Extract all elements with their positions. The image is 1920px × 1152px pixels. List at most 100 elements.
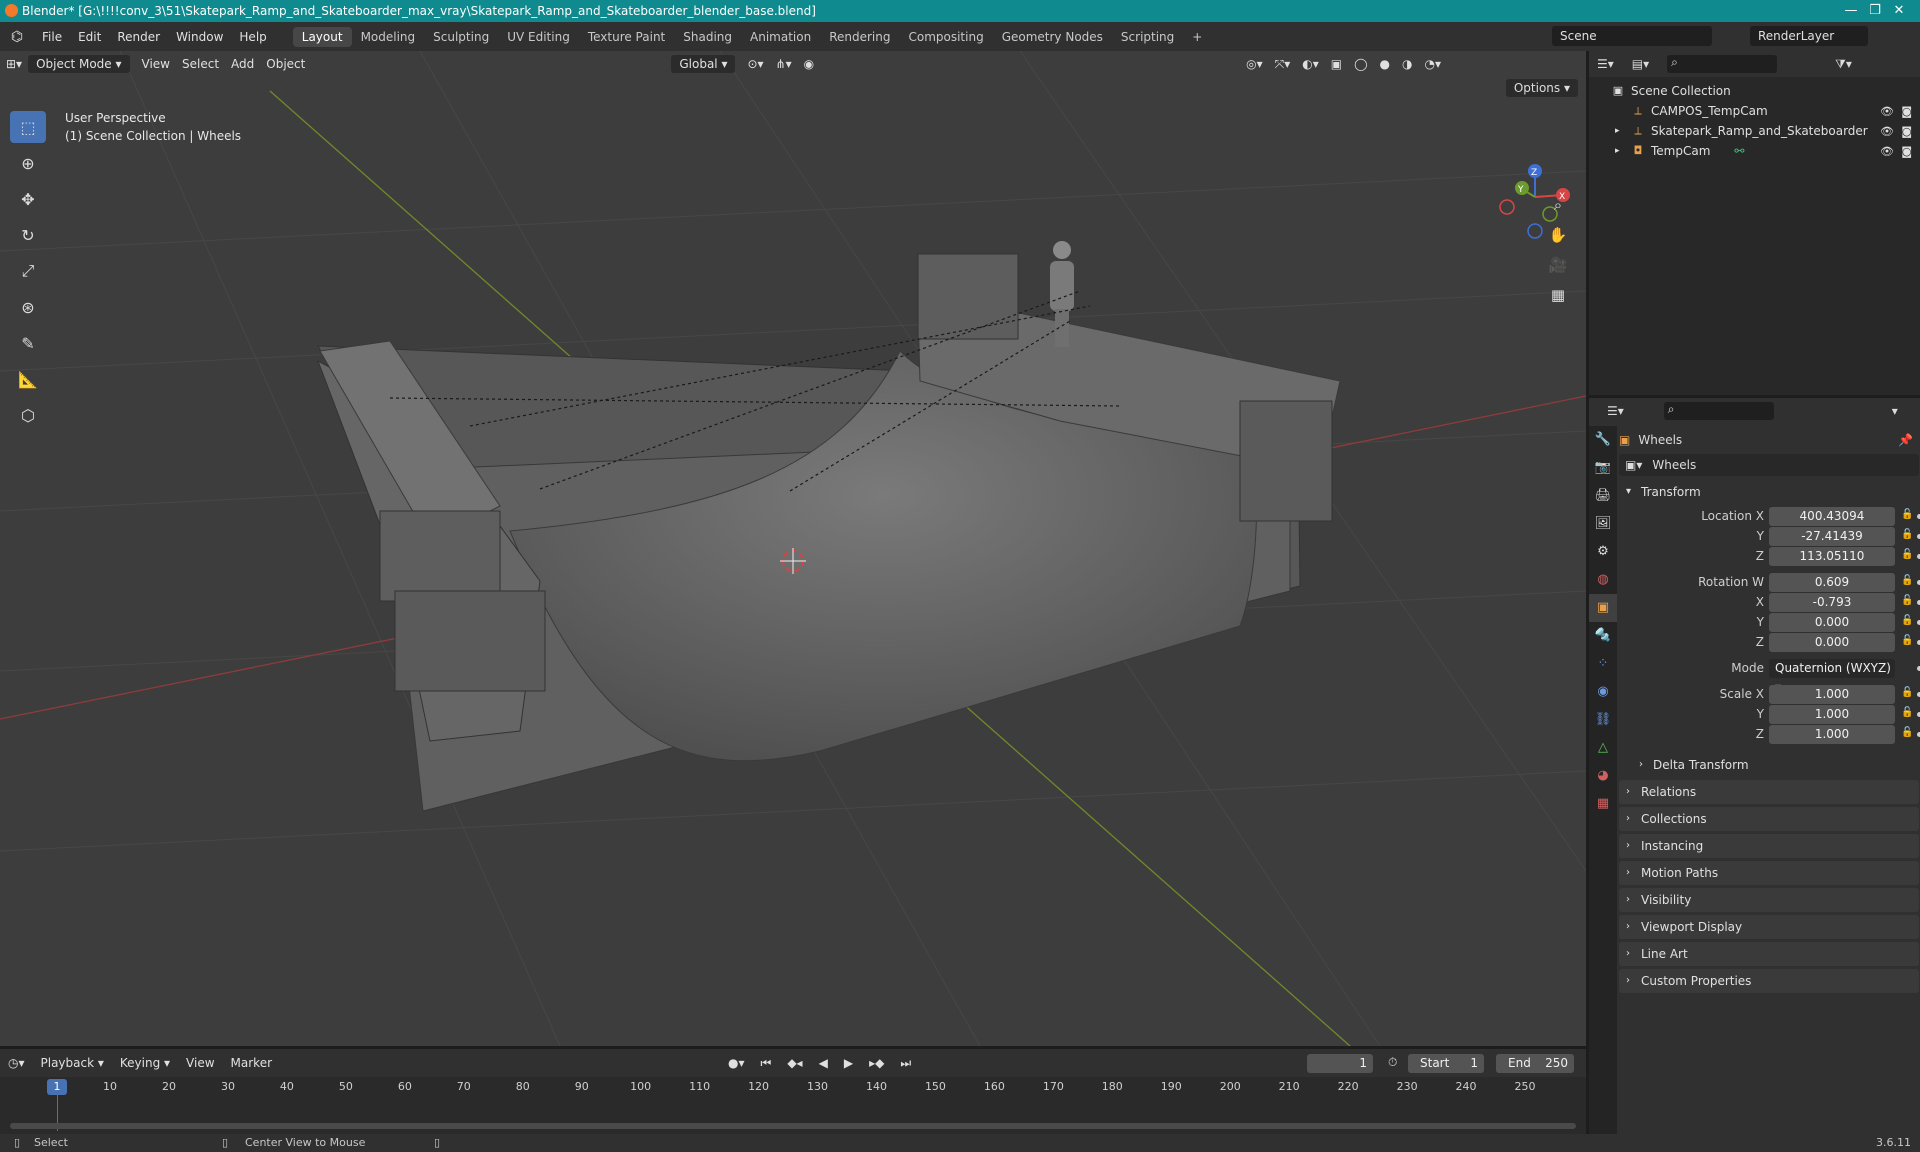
tab-shading[interactable]: Shading: [674, 27, 741, 47]
filter-icon[interactable]: ⧩▾: [1835, 57, 1852, 72]
panel-instancing[interactable]: › Instancing: [1619, 834, 1919, 858]
world-tab-icon[interactable]: ◍: [1589, 566, 1617, 594]
panel-visibility[interactable]: › Visibility: [1619, 888, 1919, 912]
zoom-icon[interactable]: ⌕: [1544, 191, 1572, 219]
select-box-tool-icon[interactable]: ⬚: [10, 111, 46, 143]
timeline-ruler[interactable]: 10 20 30 40 50 60 70 80 90 100 110 120 130 140 150 160 1…: [0, 1077, 1586, 1097]
rotation-z-field[interactable]: 0.000: [1769, 633, 1895, 652]
location-y-field[interactable]: -27.41439: [1769, 527, 1895, 546]
rotation-x-field[interactable]: -0.793: [1769, 593, 1895, 612]
scale-y-field[interactable]: 1.000: [1769, 705, 1895, 724]
panel-line-art[interactable]: › Line Art: [1619, 942, 1919, 966]
tool-tab-icon[interactable]: 🔧: [1589, 426, 1617, 454]
shading-material-icon[interactable]: ◑: [1396, 55, 1418, 73]
rotation-y-field[interactable]: 0.000: [1769, 613, 1895, 632]
lock-icon[interactable]: 🔓: [1901, 727, 1913, 738]
outliner-search-input[interactable]: ⌕: [1667, 55, 1778, 73]
ortho-grid-icon[interactable]: ▦: [1544, 281, 1572, 309]
panel-relations[interactable]: › Relations: [1619, 780, 1919, 804]
shading-rendered-icon[interactable]: ◔▾: [1419, 55, 1448, 73]
tab-sculpting[interactable]: Sculpting: [424, 27, 498, 47]
eye-icon[interactable]: 👁: [1880, 145, 1894, 158]
jump-start-icon[interactable]: ⏮: [753, 1054, 780, 1073]
current-frame-field[interactable]: 1: [1307, 1054, 1373, 1073]
editor-type-icon[interactable]: ⊞▾: [0, 55, 28, 73]
panel-custom-properties[interactable]: › Custom Properties: [1619, 969, 1919, 993]
measure-tool-icon[interactable]: 📐: [10, 363, 46, 395]
lock-icon[interactable]: 🔓: [1901, 575, 1913, 586]
modifier-tab-icon[interactable]: 🔩: [1589, 622, 1617, 650]
particles-tab-icon[interactable]: ⁘: [1589, 650, 1617, 678]
eye-icon[interactable]: 👁: [1880, 105, 1894, 118]
scene-selector[interactable]: Scene: [1552, 26, 1712, 46]
play-icon[interactable]: ▶: [836, 1054, 861, 1072]
outliner-editor-type-icon[interactable]: ☰▾: [1597, 57, 1614, 71]
expand-arrow-icon[interactable]: ▸: [1615, 146, 1631, 156]
lock-icon[interactable]: 🔓: [1901, 509, 1913, 520]
scale-z-field[interactable]: 1.000: [1769, 725, 1895, 744]
render-camera-icon[interactable]: ◙: [1901, 105, 1912, 118]
rotation-w-field[interactable]: 0.609: [1769, 573, 1895, 592]
eye-icon[interactable]: 👁: [1880, 125, 1894, 138]
panel-collections[interactable]: › Collections: [1619, 807, 1919, 831]
add-workspace-button[interactable]: +: [1183, 27, 1211, 47]
lock-icon[interactable]: 🔓: [1901, 635, 1913, 646]
menu-keying[interactable]: Keying ▾: [112, 1054, 178, 1072]
pivot-icon[interactable]: ⊙▾: [741, 55, 769, 73]
scale-tool-icon[interactable]: ⤢: [10, 255, 46, 287]
menu-playback[interactable]: Playback ▾: [33, 1054, 112, 1072]
texture-tab-icon[interactable]: ▦: [1589, 790, 1617, 818]
timeline-scrollbar[interactable]: [10, 1123, 1576, 1129]
display-mode-icon[interactable]: ▤▾: [1632, 57, 1649, 71]
properties-search-input[interactable]: ⌕: [1663, 402, 1774, 420]
outliner-row[interactable]: ⟂ CAMPOS_TempCam 👁 ◙: [1589, 101, 1920, 121]
prev-keyframe-icon[interactable]: ◆◂: [779, 1054, 810, 1072]
start-frame-field[interactable]: Start 1: [1408, 1054, 1484, 1073]
tab-compositing[interactable]: Compositing: [899, 27, 992, 47]
record-icon[interactable]: ●▾: [720, 1054, 753, 1072]
lock-icon[interactable]: 🔓: [1901, 595, 1913, 606]
rotate-tool-icon[interactable]: ↻: [10, 219, 46, 251]
add-cube-tool-icon[interactable]: ⬡: [10, 399, 46, 431]
3d-viewport[interactable]: Z X Y ⊞▾ Object Mode ▾ View Select Add O…: [0, 51, 1586, 1046]
blender-menu-icon[interactable]: ⌬: [0, 29, 34, 45]
mode-dropdown[interactable]: Object Mode ▾: [28, 55, 130, 73]
lock-icon[interactable]: 🔓: [1901, 549, 1913, 560]
tab-geometry-nodes[interactable]: Geometry Nodes: [993, 27, 1112, 47]
scene-collection-row[interactable]: ▣ Scene Collection: [1589, 81, 1920, 101]
menu-marker[interactable]: Marker: [223, 1054, 280, 1072]
menu-render[interactable]: Render: [109, 30, 168, 44]
view-layer-tab-icon[interactable]: 🖼: [1589, 510, 1617, 538]
properties-options-icon[interactable]: ▾: [1892, 404, 1898, 418]
next-keyframe-icon[interactable]: ▸◆: [861, 1054, 892, 1072]
rotation-mode-dropdown[interactable]: Quaternion (WXYZ) ▾: [1769, 659, 1895, 694]
render-camera-icon[interactable]: ◙: [1901, 145, 1912, 158]
options-dropdown[interactable]: Options ▾: [1505, 79, 1578, 97]
scene-tab-icon[interactable]: ⚙: [1589, 538, 1617, 566]
proportional-edit-icon[interactable]: ◉: [798, 55, 820, 73]
menu-window[interactable]: Window: [168, 30, 231, 44]
output-tab-icon[interactable]: 🖨: [1589, 482, 1617, 510]
stopwatch-icon[interactable]: ⏱: [1388, 1055, 1397, 1070]
lock-icon[interactable]: 🔓: [1901, 615, 1913, 626]
object-tab-icon[interactable]: ▣: [1589, 594, 1617, 622]
pan-hand-icon[interactable]: ✋: [1544, 221, 1572, 249]
panel-motion-paths[interactable]: › Motion Paths: [1619, 861, 1919, 885]
outliner-row[interactable]: ▸ ◘ TempCam ⚯ 👁 ◙: [1589, 141, 1920, 161]
tab-modeling[interactable]: Modeling: [352, 27, 425, 47]
menu-file[interactable]: File: [34, 30, 70, 44]
properties-editor-type-icon[interactable]: ☰▾: [1607, 404, 1624, 418]
tab-animation[interactable]: Animation: [741, 27, 820, 47]
render-layer-selector[interactable]: RenderLayer: [1750, 26, 1868, 46]
transform-orientation-dropdown[interactable]: Global ▾: [671, 55, 736, 73]
menu-timeline-view[interactable]: View: [178, 1054, 222, 1072]
close-button[interactable]: ✕: [1876, 0, 1920, 22]
timeline-editor-type-icon[interactable]: ◷▾: [0, 1054, 33, 1072]
shading-solid-icon[interactable]: ●: [1374, 55, 1396, 73]
material-tab-icon[interactable]: ◕: [1589, 762, 1617, 790]
annotate-tool-icon[interactable]: ✎: [10, 327, 46, 359]
delta-transform-header[interactable]: › Delta Transform: [1619, 753, 1919, 777]
expand-arrow-icon[interactable]: ▸: [1615, 126, 1631, 136]
tab-uv-editing[interactable]: UV Editing: [498, 27, 579, 47]
camera-view-icon[interactable]: 🎥: [1544, 251, 1572, 279]
